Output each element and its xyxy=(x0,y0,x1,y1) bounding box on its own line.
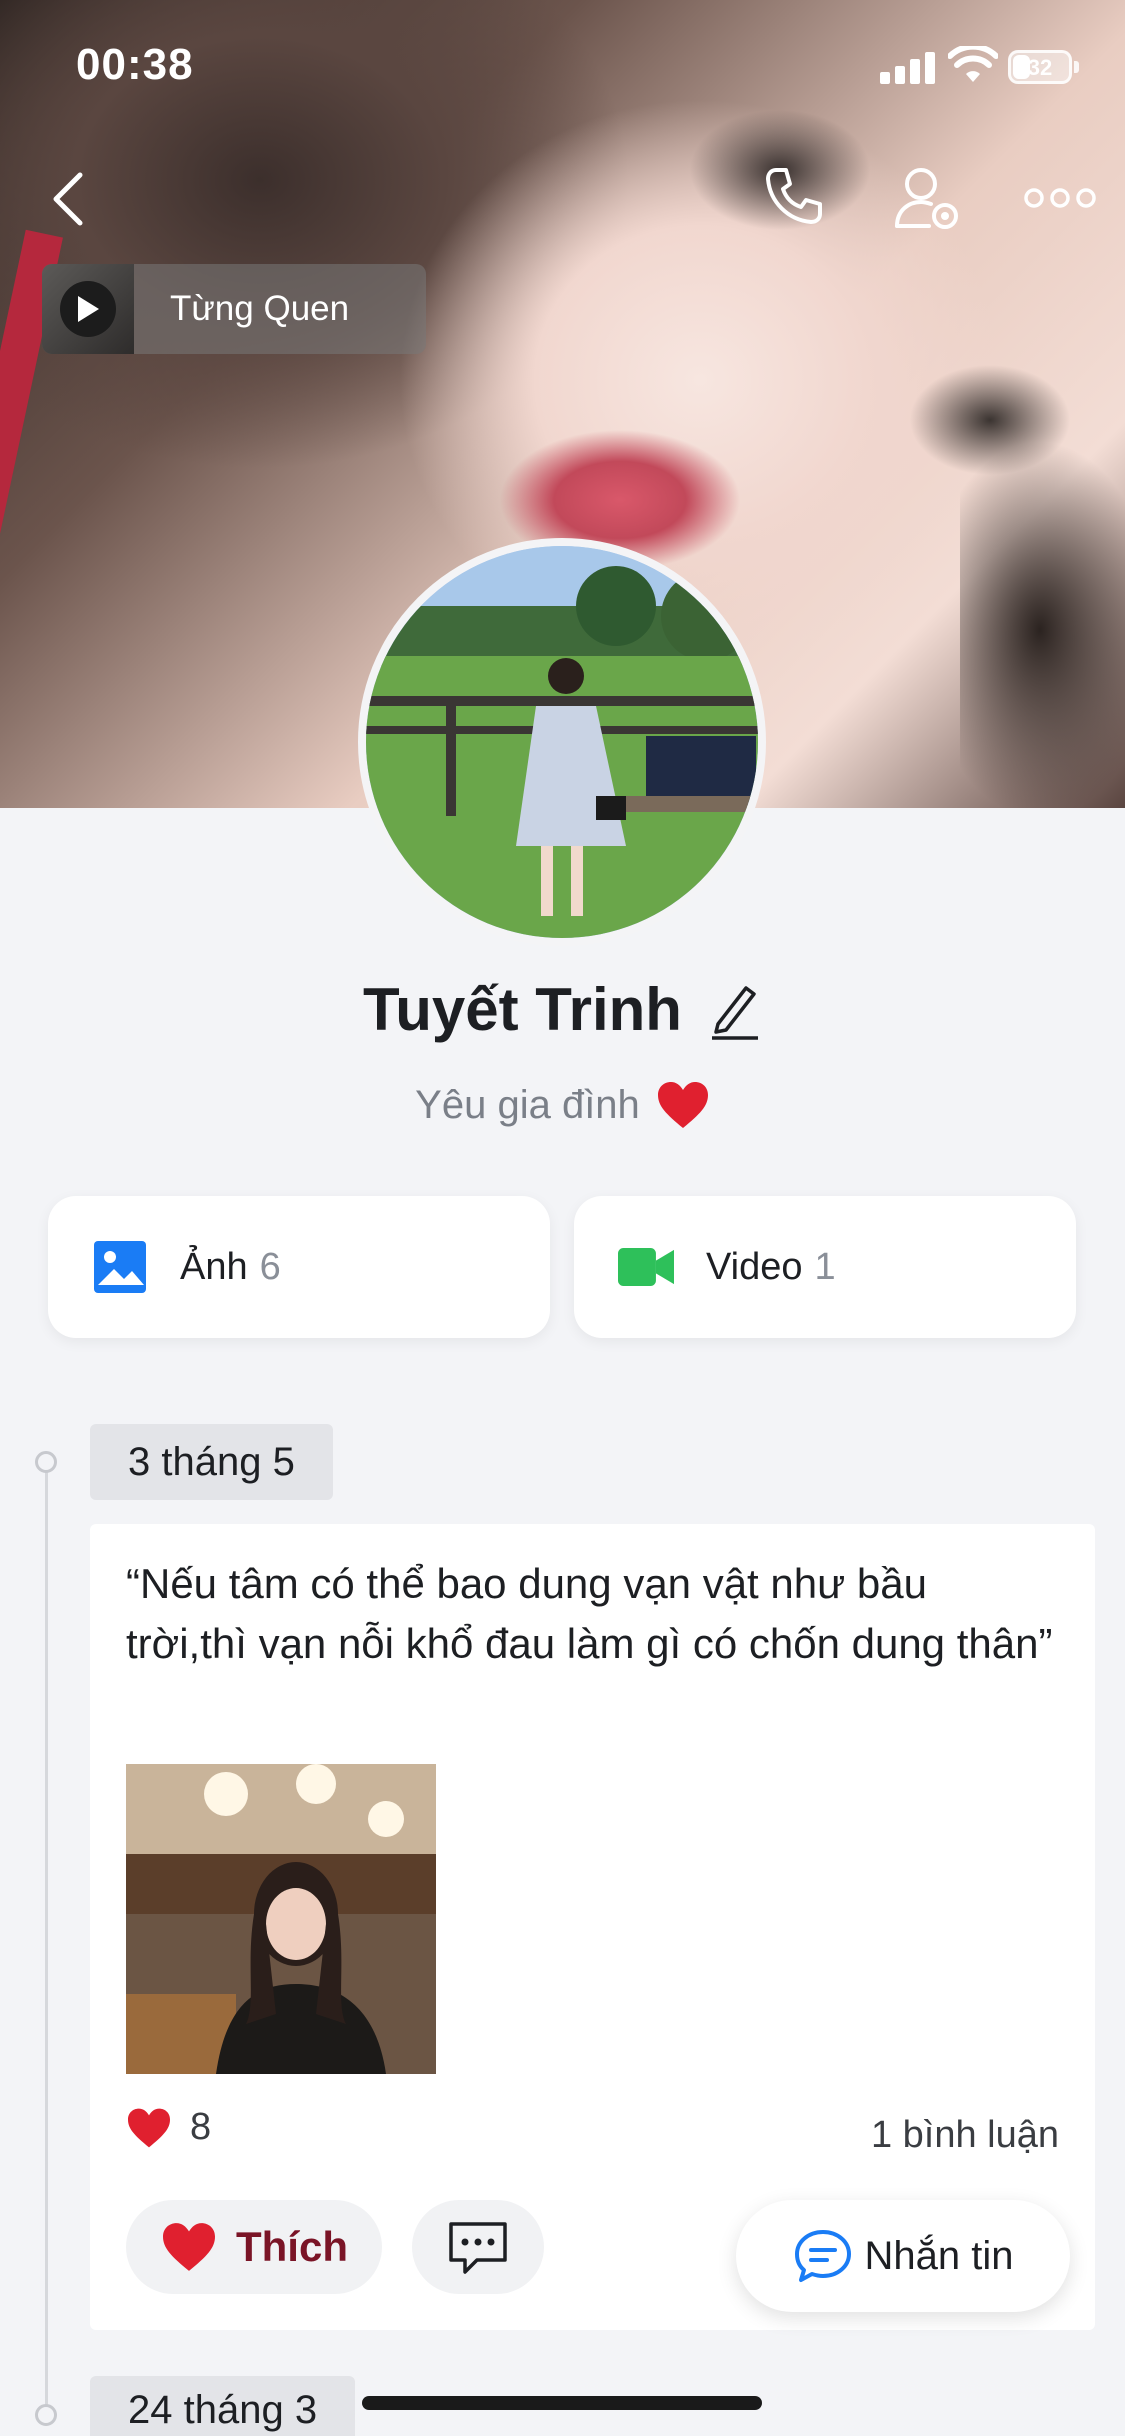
comment-icon xyxy=(449,2222,507,2274)
avatar-image xyxy=(366,546,758,938)
call-button[interactable] xyxy=(758,160,830,232)
video-camera-icon xyxy=(618,1239,674,1295)
battery-nub xyxy=(1074,61,1079,73)
photos-label: Ảnh xyxy=(180,1245,248,1288)
post-likes[interactable]: 8 xyxy=(126,2106,211,2149)
chevron-left-icon xyxy=(53,172,83,226)
heart-icon xyxy=(128,2108,170,2147)
battery-icon: 32 xyxy=(1008,50,1072,84)
avatar[interactable] xyxy=(358,538,766,946)
comments-count[interactable]: 1 bình luận xyxy=(871,2114,1059,2157)
profile-music-button[interactable]: Từng Quen xyxy=(42,264,426,354)
user-settings-icon xyxy=(895,168,958,229)
comment-button[interactable] xyxy=(412,2200,544,2294)
message-label: Nhắn tin xyxy=(864,2233,1014,2278)
likes-count: 8 xyxy=(190,2106,212,2148)
post-date: 24 tháng 3 xyxy=(90,2376,356,2436)
photos-count: 6 xyxy=(259,1245,281,1288)
heart-icon xyxy=(163,2223,215,2271)
profile-bio-row: Yêu gia đình xyxy=(0,1080,1125,1130)
videos-label: Video xyxy=(706,1245,803,1288)
cover-detail xyxy=(960,440,1125,808)
timeline-dot xyxy=(35,1451,57,1473)
more-options-button[interactable] xyxy=(1020,168,1100,228)
post-date: 3 tháng 5 xyxy=(90,1424,333,1500)
photos-card[interactable]: Ảnh 6 xyxy=(48,1196,550,1338)
music-thumbnail xyxy=(42,264,134,354)
more-dots-icon xyxy=(1024,188,1096,208)
status-time: 00:38 xyxy=(76,40,194,89)
cellular-signal-icon xyxy=(880,52,936,84)
post-photo[interactable] xyxy=(126,1764,436,2074)
phone-icon xyxy=(766,168,822,224)
chat-bubble-icon xyxy=(794,2230,851,2282)
message-button[interactable]: Nhắn tin xyxy=(736,2200,1070,2312)
profile-name: Tuyết Trinh xyxy=(363,976,682,1043)
timeline-dot xyxy=(35,2404,57,2426)
videos-count: 1 xyxy=(814,1245,836,1288)
back-button[interactable] xyxy=(40,164,94,234)
timeline-line xyxy=(45,1470,48,2410)
wifi-icon xyxy=(948,46,998,82)
videos-card[interactable]: Video 1 xyxy=(574,1196,1076,1338)
status-bar: 00:38 32 xyxy=(0,0,1125,136)
profile-name-row: Tuyết Trinh xyxy=(0,975,1125,1044)
play-icon xyxy=(60,281,116,337)
post-text: “Nếu tâm có thể bao dung vạn vật như bầu… xyxy=(126,1560,1053,1667)
like-button[interactable]: Thích xyxy=(126,2200,382,2294)
profile-settings-button[interactable] xyxy=(888,160,968,236)
like-label: Thích xyxy=(236,2223,348,2270)
image-icon xyxy=(92,1239,148,1295)
edit-name-button[interactable] xyxy=(706,979,762,1041)
heart-icon xyxy=(657,1082,708,1128)
pencil-icon xyxy=(711,985,758,1040)
battery-level: 32 xyxy=(1027,55,1053,80)
home-indicator xyxy=(362,2396,762,2410)
music-title: Từng Quen xyxy=(170,289,350,328)
profile-bio: Yêu gia đình xyxy=(415,1082,640,1127)
